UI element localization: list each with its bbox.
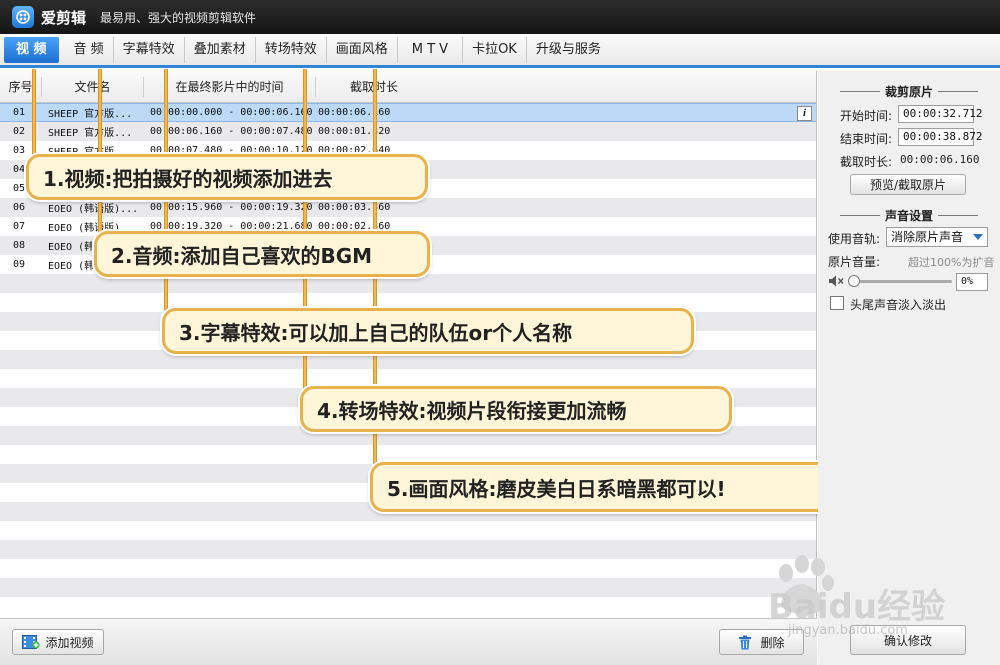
app-slogan: 最易用、强大的视频剪辑软件 [100, 10, 257, 25]
film-add-icon [22, 635, 41, 649]
start-time-label: 开始时间: [840, 109, 893, 123]
callout-transition-effects: 4.转场特效:视频片段衔接更加流畅 [300, 386, 732, 432]
header-timeline-time[interactable]: 在最终影片中的时间 [144, 76, 316, 97]
bottom-toolbar: 添加视频 删除 [0, 618, 817, 665]
table-row[interactable]: 01 SHEEP 官方版... 00:00:00.000 - 00:00:06.16… [0, 103, 816, 122]
clip-duration-value: 00:00:06.160 [900, 153, 980, 166]
row-timeline-time: 00:00:06.160 - 00:00:07.480 [150, 126, 313, 137]
tab-picture-style[interactable]: 画面风格 [327, 36, 398, 63]
volume-hint: 超过100%为扩音 [908, 256, 995, 269]
fade-checkbox[interactable] [830, 296, 844, 310]
info-icon[interactable]: i [797, 106, 812, 121]
add-video-label: 添加视频 [45, 635, 94, 650]
row-index: 07 [13, 221, 26, 232]
clip-table-header: 序号 文件名 在最终影片中的时间 截取时长 [0, 71, 816, 103]
volume-label: 原片音量: [828, 255, 881, 269]
row-timeline-time: 00:00:15.960 - 00:00:19.320 [150, 202, 313, 213]
row-filename: SHEEP 官方版... [48, 109, 133, 120]
table-row[interactable]: 06 EOEO (韩语版)... 00:00:15.960 - 00:00:19.3… [0, 198, 816, 217]
table-row [0, 521, 816, 540]
callout-video: 1.视频:把拍摄好的视频添加进去 [26, 154, 428, 200]
row-filename: SHEEP 官方版... [48, 128, 133, 139]
preview-crop-button[interactable]: 预览/截取原片 [850, 174, 966, 195]
tab-subtitle-effects[interactable]: 字幕特效 [114, 36, 185, 63]
callout-audio: 2.音频:添加自己喜欢的BGM [94, 231, 430, 277]
table-row [0, 597, 816, 616]
row-index: 08 [13, 240, 26, 251]
audio-track-label: 使用音轨: [828, 232, 881, 246]
volume-slider[interactable] [848, 275, 952, 287]
audio-track-value: 消除原片声音 [891, 230, 964, 244]
audio-section-title: 声音设置 [818, 207, 1000, 224]
table-row [0, 578, 816, 597]
crop-section-title: 裁剪原片 [818, 83, 1000, 100]
table-row [0, 540, 816, 559]
tab-karaoke[interactable]: 卡拉OK [463, 36, 527, 63]
clip-duration-label: 截取时长: [840, 155, 893, 169]
tab-audio[interactable]: 音 频 [65, 36, 114, 63]
header-filename[interactable]: 文件名 [42, 76, 144, 97]
end-time-label: 结束时间: [840, 132, 893, 146]
app-title: 爱剪辑 [41, 8, 87, 27]
watermark-brand: Baidu经验 [768, 587, 946, 627]
fade-label: 头尾声音淡入淡出 [850, 298, 947, 312]
app-logo-icon [12, 6, 34, 28]
end-time-field[interactable]: 00:00:38.872 [898, 128, 982, 146]
callout-picture-style: 5.画面风格:磨皮美白日系暗黑都可以! [370, 462, 840, 512]
table-row[interactable]: 02 SHEEP 官方版... 00:00:06.160 - 00:00:07.48… [0, 122, 816, 141]
chevron-down-icon [973, 234, 983, 240]
row-duration: 00:00:03.360 [318, 202, 391, 213]
row-filename: EOEO (韩语版)... [48, 204, 139, 215]
start-time-field[interactable]: 00:00:32.712 [898, 105, 982, 123]
title-bar: 爱剪辑 最易用、强大的视频剪辑软件 [0, 0, 1000, 34]
volume-value-field[interactable]: 0% [956, 273, 988, 291]
main-tab-bar: 视 频 音 频 字幕特效 叠加素材 转场特效 画面风格 M T V 卡拉OK 升… [0, 34, 1000, 68]
tab-transition-effects[interactable]: 转场特效 [256, 36, 327, 63]
row-index: 09 [13, 259, 26, 270]
row-duration: 00:00:06.160 [318, 107, 391, 118]
trash-icon [738, 635, 752, 650]
table-row [0, 559, 816, 578]
mute-speaker-icon[interactable] [828, 274, 846, 288]
callout-connector-3 [164, 69, 168, 331]
baidu-watermark: Baidu经验 jingyan.baidu.com [768, 555, 998, 645]
tab-video[interactable]: 视 频 [4, 36, 59, 63]
row-timeline-time: 00:00:00.000 - 00:00:06.160 [150, 107, 313, 118]
row-duration: 00:00:01.320 [318, 126, 391, 137]
add-video-button[interactable]: 添加视频 [12, 629, 104, 655]
watermark-url: jingyan.baidu.com [788, 623, 908, 638]
tab-upgrade-service[interactable]: 升级与服务 [527, 37, 610, 63]
tab-overlay[interactable]: 叠加素材 [185, 36, 256, 63]
tab-mtv[interactable]: M T V [398, 36, 464, 63]
callout-subtitle-effects: 3.字幕特效:可以加上自己的队伍or个人名称 [162, 308, 694, 354]
row-index: 06 [13, 202, 26, 213]
audio-track-select[interactable]: 消除原片声音 [886, 227, 988, 247]
volume-slider-thumb[interactable] [848, 275, 860, 287]
